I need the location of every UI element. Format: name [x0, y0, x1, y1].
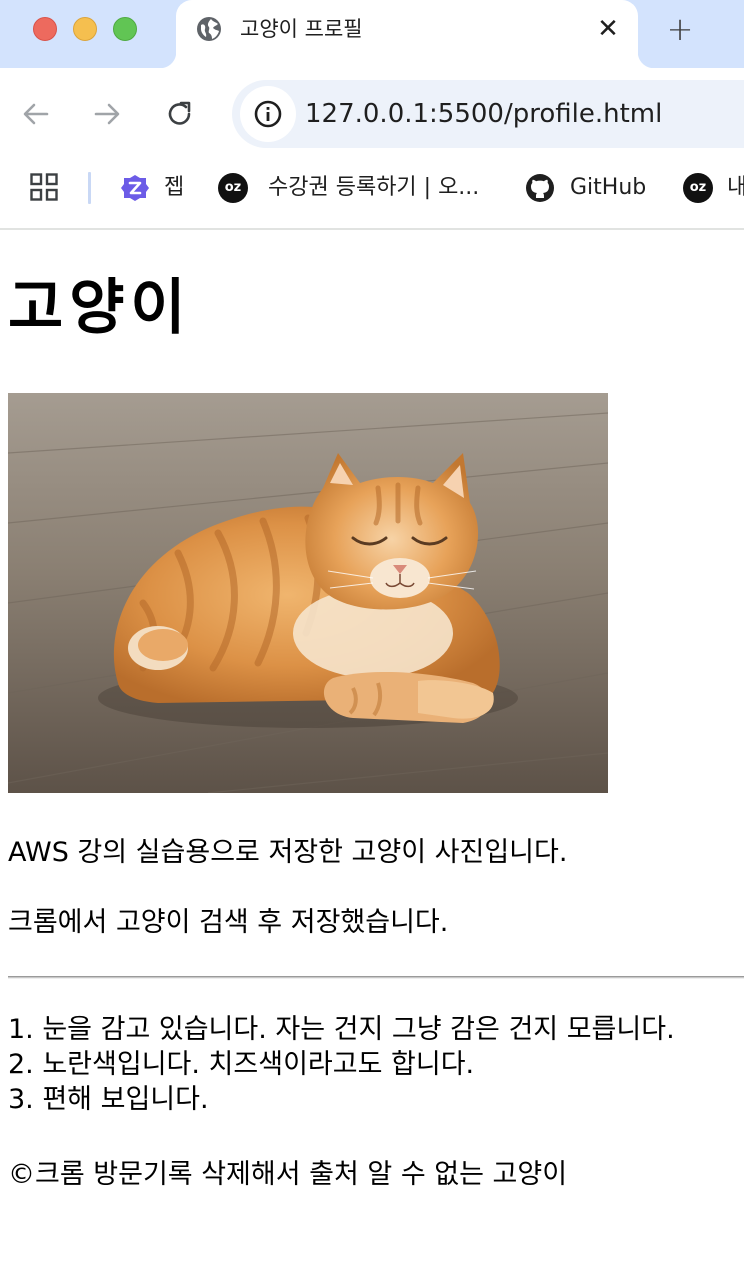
- site-info-button[interactable]: [240, 86, 296, 142]
- description-paragraph: 크롬에서 고양이 검색 후 저장했습니다.: [8, 907, 449, 938]
- bookmark-label: 젭: [164, 175, 185, 200]
- bookmark-oz-more[interactable]: oz 내: [683, 168, 744, 208]
- bookmark-oz-course[interactable]: oz 수강권 등록하기 | 오...: [218, 168, 498, 208]
- oz-icon: oz: [683, 173, 713, 203]
- horizontal-divider: [8, 976, 744, 979]
- window-zoom-button[interactable]: [113, 17, 137, 41]
- bookmarks-bar: 젭 oz 수강권 등록하기 | 오... GitHub oz 내: [0, 160, 744, 230]
- window-close-button[interactable]: [33, 17, 57, 41]
- copyright-footer: ©크롬 방문기록 삭제해서 출처 알 수 없는 고양이: [8, 1159, 568, 1190]
- bookmark-label: GitHub: [570, 175, 647, 200]
- tab-title: 고양이 프로필: [240, 17, 363, 41]
- page-title: 고양이: [8, 273, 192, 343]
- info-icon: [254, 100, 282, 128]
- globe-icon: [197, 17, 221, 41]
- active-tab[interactable]: 고양이 프로필 ✕: [160, 0, 654, 68]
- page-content: 고양이 AWS 강의 실습용으로 저장한 고양이 사진입니다. 크롬에서 고양이…: [0, 232, 744, 1274]
- new-tab-button[interactable]: +: [664, 13, 696, 45]
- window-minimize-button[interactable]: [73, 17, 97, 41]
- toolbar: 127.0.0.1:5500/profile.html: [0, 68, 744, 160]
- github-icon: [526, 174, 554, 202]
- apps-grid-icon[interactable]: [30, 173, 58, 201]
- zep-icon: [121, 175, 149, 201]
- bookmark-label: 내: [727, 175, 744, 201]
- bookmark-github[interactable]: GitHub: [525, 168, 655, 208]
- url-text[interactable]: 127.0.0.1:5500/profile.html: [305, 98, 662, 130]
- list-item: 3. 편해 보입니다.: [8, 1084, 209, 1115]
- forward-arrow-icon[interactable]: [89, 96, 125, 132]
- cat-facts-list: 1. 눈을 감고 있습니다. 자는 건지 그냥 감은 건지 모릅니다. 2. 노…: [8, 1012, 675, 1117]
- list-item: 2. 노란색입니다. 치즈색이라고도 합니다.: [8, 1049, 475, 1080]
- cat-photo: [8, 393, 608, 793]
- tab-strip: 고양이 프로필 ✕ +: [0, 0, 744, 68]
- reload-icon[interactable]: [162, 96, 198, 132]
- description-paragraph: AWS 강의 실습용으로 저장한 고양이 사진입니다.: [8, 837, 568, 868]
- tab-close-icon[interactable]: ✕: [594, 15, 622, 43]
- oz-icon: oz: [218, 173, 248, 203]
- bookmark-separator: [88, 172, 91, 204]
- bookmark-label: 수강권 등록하기 | 오...: [268, 175, 480, 200]
- list-item: 1. 눈을 감고 있습니다. 자는 건지 그냥 감은 건지 모릅니다.: [8, 1014, 675, 1045]
- bookmark-zep[interactable]: 젭: [120, 168, 190, 208]
- address-bar[interactable]: 127.0.0.1:5500/profile.html: [232, 80, 744, 148]
- back-arrow-icon[interactable]: [18, 96, 54, 132]
